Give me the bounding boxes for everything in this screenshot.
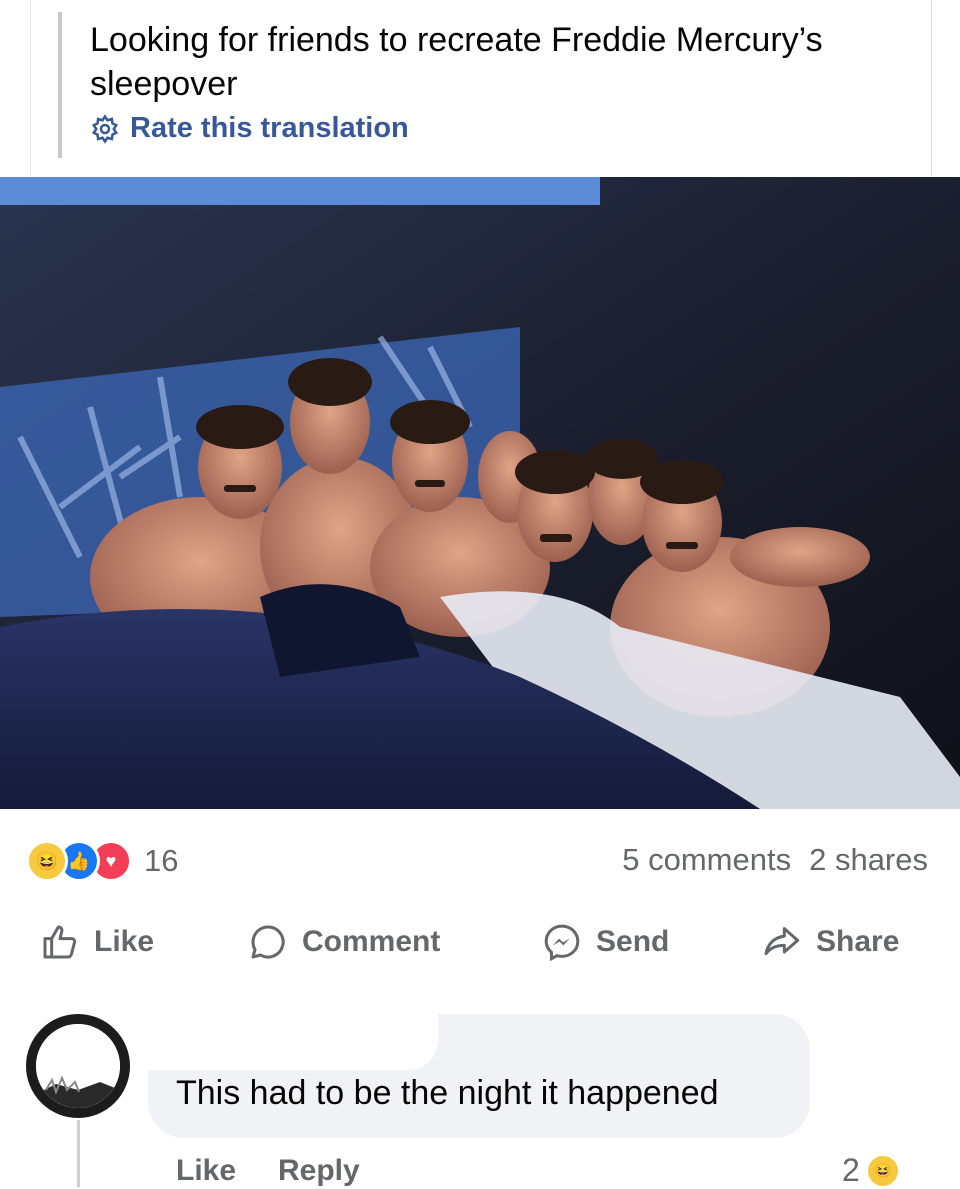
rate-translation-link[interactable]: Rate this translation (90, 112, 409, 145)
thread-line (77, 1120, 80, 1187)
share-arrow-icon (764, 927, 800, 956)
send-button[interactable]: Send (542, 922, 669, 962)
thumbs-up-icon (43, 925, 77, 959)
reaction-count: 16 (144, 843, 179, 878)
shares-count[interactable]: 2 shares (809, 842, 928, 877)
gear-icon (91, 113, 119, 144)
post-text: Looking for friends to recreate Freddie … (90, 21, 823, 103)
share-button[interactable]: Share (760, 922, 899, 962)
comment-reactions[interactable]: 2 😆 (842, 1152, 898, 1189)
like-button[interactable]: Like (40, 922, 154, 962)
comment-text: This had to be the night it happened (176, 1074, 719, 1112)
bubble-name-mask (148, 1014, 438, 1070)
rate-translation-label: Rate this translation (130, 112, 409, 144)
post-photo[interactable] (0, 177, 960, 809)
send-label: Send (596, 925, 670, 958)
comment-like-link[interactable]: Like (176, 1154, 236, 1188)
share-label: Share (816, 925, 900, 958)
comment-label: Comment (302, 925, 441, 958)
sleepover-photo (0, 177, 960, 809)
reaction-summary[interactable]: 😆 👍 ♥ 16 (26, 840, 178, 882)
comment-reaction-count: 2 (842, 1152, 860, 1188)
like-label: Like (94, 925, 155, 958)
quote-bar (58, 12, 62, 158)
comment-reply-link[interactable]: Reply (278, 1154, 360, 1188)
comment-button[interactable]: Comment (248, 922, 440, 962)
commenter-avatar[interactable] (26, 1014, 130, 1118)
comment-share-counts: 5 comments 2 shares (604, 842, 928, 878)
messenger-icon (544, 924, 580, 962)
action-bar: Like Comment Send Share (0, 910, 960, 980)
comment-icon (251, 925, 285, 959)
comments-count[interactable]: 5 comments (622, 842, 791, 877)
haha-icon: 😆 (867, 1155, 898, 1186)
post-stats: 😆 👍 ♥ 16 5 comments 2 shares (0, 832, 960, 882)
avatar-image (36, 1024, 120, 1108)
haha-icon: 😆 (26, 840, 68, 882)
